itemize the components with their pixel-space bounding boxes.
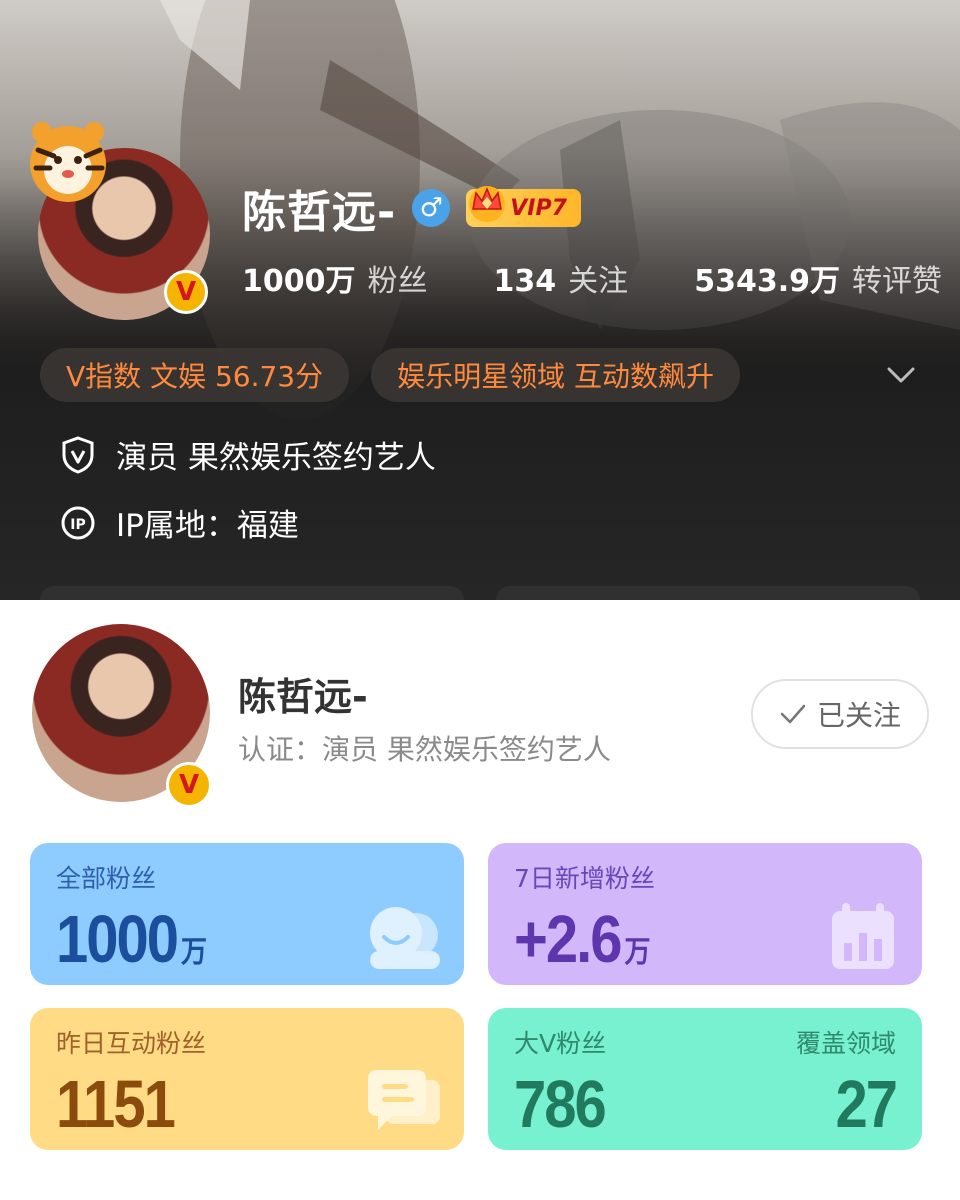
user-name: 陈哲远- [238, 675, 368, 719]
all-fans-card[interactable]: 全部粉丝 1000 万 [30, 843, 464, 985]
vip-badge[interactable]: VIP7 [466, 186, 581, 227]
user-name: 陈哲远- [242, 187, 397, 238]
stat-label: 关注 [568, 264, 629, 299]
verification-row: 演员 果然娱乐签约艺人 [60, 432, 436, 477]
v-index-chip[interactable]: V指数 文娱 56.73分 [40, 348, 350, 402]
big-v-fans-card[interactable]: 大V粉丝 覆盖领域 786 27 [488, 1008, 922, 1150]
card-value: 786 [514, 1067, 607, 1142]
profile-chips: V指数 文娱 56.73分 娱乐明星领域 互动数飙升 [40, 348, 741, 402]
verified-badge-icon: V [164, 270, 208, 314]
card-title: 大V粉丝 [514, 1029, 607, 1058]
crown-icon [469, 186, 506, 222]
all-fans-number: 1000 [56, 902, 179, 977]
card-title: 7日新增粉丝 [514, 864, 655, 893]
verification-text: 演员 果然娱乐签约艺人 [116, 440, 436, 476]
interactive-fans-card[interactable]: 昨日互动粉丝 1151 [30, 1008, 464, 1150]
male-gender-icon: ♂ [412, 189, 451, 227]
stat-likes[interactable]: 5343.9万 转评赞 [694, 256, 942, 300]
calendar-chart-icon [832, 903, 894, 969]
stat-following[interactable]: 134 关注 [494, 256, 629, 300]
vip-level-label: VIP7 [510, 195, 567, 221]
fans-icon [370, 907, 440, 969]
name-row: 陈哲远- ♂ VIP7 [242, 176, 581, 240]
ip-location-row: IP IP属地：福建 [60, 500, 299, 545]
profile-header: V 陈哲远- ♂ VIP7 1000万 粉丝 134 关注 5343.9万 转评… [0, 0, 960, 600]
stat-value: 5343.9万 [694, 264, 840, 299]
card-value: 1151 [56, 1067, 176, 1142]
new-fans-7d-card[interactable]: 7日新增粉丝 +2.6 万 [488, 843, 922, 985]
card-title: 昨日互动粉丝 [56, 1029, 207, 1058]
chevron-down-icon[interactable] [884, 360, 918, 390]
profile-stats: 1000万 粉丝 134 关注 5343.9万 转评赞 [242, 256, 942, 300]
ip-location-text: IP属地：福建 [116, 508, 299, 544]
ip-icon: IP [61, 506, 95, 539]
shield-v-icon [62, 435, 94, 474]
coverage-value: 27 [835, 1067, 897, 1142]
svg-text:IP: IP [70, 517, 85, 533]
chat-bubble-icon [368, 1070, 440, 1130]
all-fans-unit: 万 [181, 934, 208, 969]
following-label: 已关注 [816, 699, 901, 732]
new-fans-number: +2.6 [514, 902, 622, 977]
verified-badge-icon: V [166, 762, 212, 808]
stat-label: 转评赞 [852, 264, 942, 299]
card-peek-right [496, 586, 920, 600]
stat-value: 134 [493, 264, 557, 299]
tiger-pendant-icon [30, 122, 106, 202]
card-title: 全部粉丝 [56, 864, 157, 893]
card-value: +2.6 万 [514, 901, 651, 978]
coverage-title: 覆盖领域 [795, 1029, 896, 1058]
stat-fans[interactable]: 1000万 粉丝 [242, 256, 428, 300]
avatar-container[interactable]: V [20, 112, 220, 322]
card-peek-left [40, 586, 464, 600]
new-fans-unit: 万 [624, 934, 651, 969]
check-icon [780, 704, 806, 724]
fan-stats-panel: V 陈哲远- 认证：演员 果然娱乐签约艺人 已关注 全部粉丝 1000 万 7日新… [0, 600, 960, 1200]
card-value: 1000 万 [56, 901, 207, 978]
domain-chip[interactable]: 娱乐明星领域 互动数飙升 [371, 348, 741, 402]
certification-text: 认证：演员 果然娱乐签约艺人 [238, 733, 611, 766]
stat-label: 粉丝 [367, 264, 428, 299]
stat-value: 1000万 [242, 264, 356, 299]
following-button[interactable]: 已关注 [751, 679, 929, 749]
